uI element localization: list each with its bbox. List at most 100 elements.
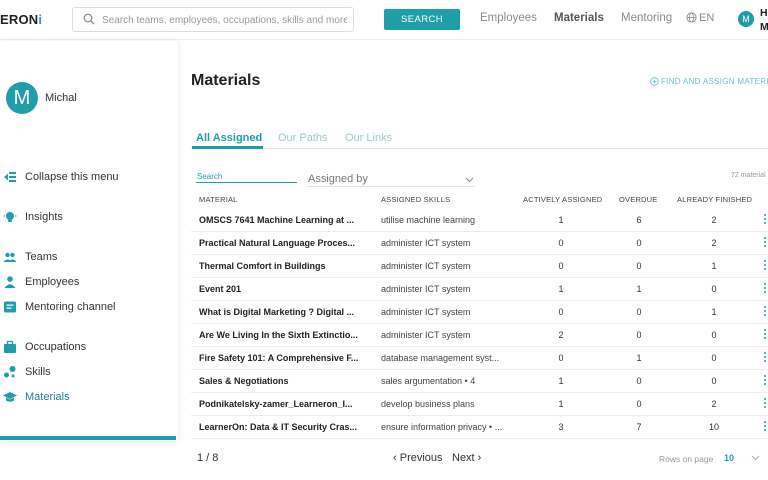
table-row[interactable]: Sales & Negotiations sales argumentation … (191, 370, 768, 393)
sidebar-item-employees[interactable]: Employees (0, 274, 178, 292)
user-avatar[interactable]: M (738, 11, 754, 27)
user-initial-line1: H (760, 7, 768, 19)
filter-search-underline (196, 182, 297, 183)
sidebar-item-insights[interactable]: Insights (0, 209, 178, 227)
material-name[interactable]: Thermal Comfort in Buildings (199, 261, 365, 271)
column-header-overdue[interactable]: OVERDUE (619, 195, 658, 204)
language-switch[interactable]: EN (686, 12, 714, 24)
count-active: 1 (558, 284, 564, 294)
tab-our-links[interactable]: Our Links (345, 132, 392, 144)
sidebar-item-label: Mentoring channel (25, 301, 116, 313)
count-overdue: 7 (636, 422, 642, 432)
nav-materials[interactable]: Materials (554, 12, 604, 24)
teams-icon (3, 252, 17, 262)
row-more-icon[interactable] (763, 306, 767, 318)
material-name[interactable]: Are We Living In the Sixth Extinctio... (199, 330, 365, 340)
count-overdue: 0 (636, 376, 642, 386)
material-name[interactable]: Event 201 (199, 284, 365, 294)
material-name[interactable]: LearnerOn: Data & IT Security Cras... (199, 422, 365, 432)
material-name[interactable]: What is Digital Marketing ? Digital ... (199, 307, 365, 317)
sidebar-item-label: Insights (25, 211, 63, 223)
sidebar-item-label: Materials (25, 391, 70, 403)
profile-name: Michal (45, 92, 77, 104)
assigned-by-select[interactable]: Assigned by (308, 173, 368, 185)
previous-page-button[interactable]: ‹ Previous (393, 452, 443, 464)
sidebar: M Michal Collapse this menu Insights Tea… (0, 41, 178, 441)
assigned-skill: administer ICT system (381, 307, 471, 317)
collapse-menu-icon (4, 172, 16, 182)
tab-all-assigned[interactable]: All Assigned (196, 132, 262, 144)
row-more-icon[interactable] (763, 421, 767, 433)
count-active: 0 (558, 238, 564, 248)
column-header-material[interactable]: MATERIAL (199, 195, 238, 204)
sidebar-item-materials[interactable]: Materials (0, 389, 178, 407)
active-tab-indicator (192, 146, 263, 149)
filter-search-input[interactable]: Search (197, 172, 222, 181)
count-active: 0 (558, 261, 564, 271)
chevron-down-icon[interactable] (751, 455, 760, 461)
sidebar-item-skills[interactable]: Skills (0, 364, 178, 382)
table-row[interactable]: LearnerOn: Data & IT Security Cras... ens… (191, 416, 768, 439)
material-name[interactable]: Practical Natural Language Proces... (199, 238, 365, 248)
row-more-icon[interactable] (763, 375, 767, 387)
assigned-skill: develop business plans (381, 399, 475, 409)
table-header: MATERIAL ASSIGNED SKILLS ACTIVELY ASSIGN… (191, 190, 768, 209)
next-page-button[interactable]: Next › (452, 452, 481, 464)
app-logo[interactable]: ERONi (0, 12, 42, 27)
sidebar-item-label: Skills (25, 366, 51, 378)
table-row[interactable]: Fire Safety 101: A Comprehensive F... dat… (191, 347, 768, 370)
search-icon (83, 13, 95, 25)
count-active: 1 (558, 399, 564, 409)
tab-our-paths[interactable]: Our Paths (278, 132, 328, 144)
row-more-icon[interactable] (763, 352, 767, 364)
table-row[interactable]: OMSCS 7641 Machine Learning at ... utilis… (191, 209, 768, 232)
column-header-active[interactable]: ACTIVELY ASSIGNED (523, 195, 602, 204)
count-active: 1 (558, 376, 564, 386)
row-more-icon[interactable] (763, 237, 767, 249)
search-button[interactable]: SEARCH (384, 9, 460, 30)
material-name[interactable]: Fire Safety 101: A Comprehensive F... (199, 353, 365, 363)
material-name[interactable]: Podnikatelsky-zamer_Learneron_I... (199, 399, 365, 409)
nav-mentoring[interactable]: Mentoring (621, 12, 672, 24)
row-more-icon[interactable] (763, 260, 767, 272)
sidebar-item-occupations[interactable]: Occupations (0, 339, 178, 357)
briefcase-icon (4, 340, 16, 353)
table-row[interactable]: What is Digital Marketing ? Digital ... a… (191, 301, 768, 324)
sidebar-item-collapse[interactable]: Collapse this menu (0, 169, 178, 187)
count-overdue: 0 (636, 261, 642, 271)
row-more-icon[interactable] (763, 283, 767, 295)
rows-per-page-select[interactable]: 10 (724, 453, 734, 463)
row-more-icon[interactable] (763, 398, 767, 410)
row-more-icon[interactable] (763, 214, 767, 226)
count-finished: 10 (708, 422, 719, 432)
table-row[interactable]: Thermal Comfort in Buildings administer I… (191, 255, 768, 278)
column-header-skills[interactable]: ASSIGNED SKILLS (381, 195, 450, 204)
table-row[interactable]: Practical Natural Language Proces... admi… (191, 232, 768, 255)
global-search[interactable] (72, 7, 354, 32)
material-name[interactable]: OMSCS 7641 Machine Learning at ... (199, 215, 365, 225)
column-header-finished[interactable]: ALREADY FINISHED (677, 195, 752, 204)
search-input[interactable] (102, 11, 347, 29)
chat-icon (4, 301, 16, 313)
assigned-by-underline (307, 186, 475, 187)
table-row[interactable]: Are We Living In the Sixth Extinctio... a… (191, 324, 768, 347)
nav-employees[interactable]: Employees (480, 12, 537, 24)
profile-avatar[interactable]: M (6, 82, 38, 114)
count-finished: 0 (711, 284, 717, 294)
assigned-skill: database management syst... (381, 353, 500, 363)
table-row[interactable]: Podnikatelsky-zamer_Learneron_I... develo… (191, 393, 768, 416)
table-row[interactable]: Event 201 administer ICT system 1 1 0 (191, 278, 768, 301)
material-name[interactable]: Sales & Negotiations (199, 376, 365, 386)
assigned-skill: administer ICT system (381, 330, 471, 340)
user-menu[interactable]: H M (760, 6, 768, 34)
sidebar-item-teams[interactable]: Teams (0, 249, 178, 267)
globe-icon (686, 12, 697, 23)
sidebar-item-mentoring-channel[interactable]: Mentoring channel (0, 299, 178, 317)
count-finished: 2 (711, 238, 717, 248)
row-more-icon[interactable] (763, 329, 767, 341)
page-title: Materials (191, 72, 261, 89)
chevron-down-icon[interactable] (465, 177, 474, 183)
count-finished: 1 (711, 307, 717, 317)
find-assign-material-link[interactable]: FIND AND ASSIGN MATERIAL (650, 77, 768, 86)
lightbulb-icon (3, 212, 17, 222)
